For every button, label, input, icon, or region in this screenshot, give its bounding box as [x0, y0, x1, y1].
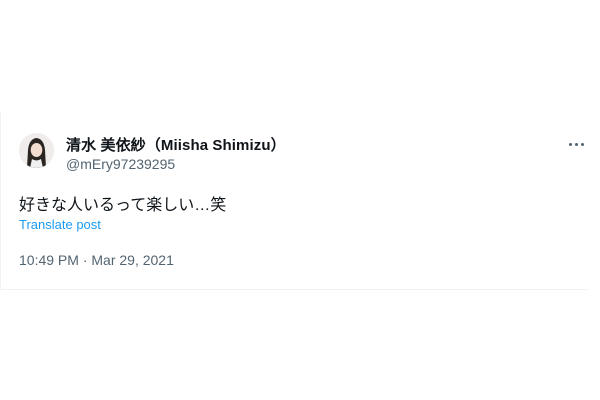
author-handle[interactable]: @mEry97239295 — [66, 156, 175, 172]
tweet-timestamp[interactable]: 10:49 PM · Mar 29, 2021 — [19, 252, 174, 268]
translate-post-link[interactable]: Translate post — [19, 217, 101, 232]
tweet-text: 好きな人いるって楽しい…笑 — [19, 197, 227, 214]
avatar-photo — [19, 133, 54, 168]
more-options-button[interactable] — [561, 134, 591, 154]
avatar[interactable] — [19, 133, 54, 168]
tweet-card: 清水 美依紗（Miisha Shimizu） @mEry97239295 好きな… — [0, 112, 588, 290]
author-display-name[interactable]: 清水 美依紗（Miisha Shimizu） — [66, 134, 286, 155]
page: 清水 美依紗（Miisha Shimizu） @mEry97239295 好きな… — [0, 0, 600, 400]
